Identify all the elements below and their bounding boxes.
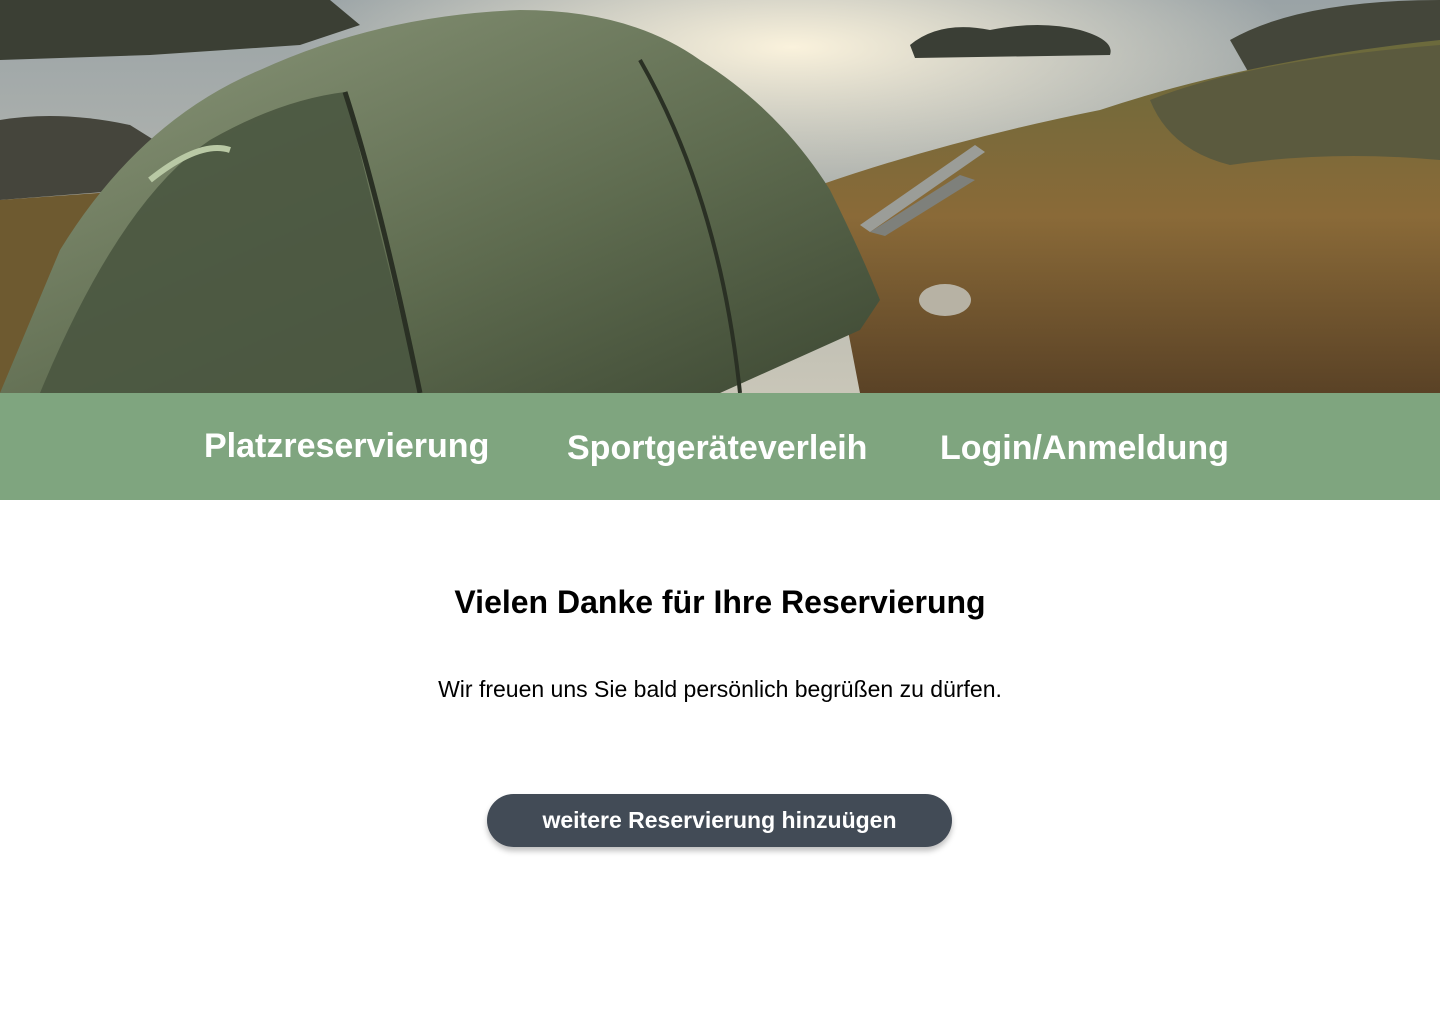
hero-image bbox=[0, 0, 1440, 393]
confirmation-content: Vielen Danke für Ihre Reservierung Wir f… bbox=[0, 500, 1440, 1024]
main-navigation: Platzreservierung Sportgeräteverleih Log… bbox=[0, 393, 1440, 500]
confirmation-message: Wir freuen uns Sie bald persönlich begrü… bbox=[438, 676, 1002, 702]
nav-item-platzreservierung[interactable]: Platzreservierung bbox=[204, 427, 489, 466]
nav-item-sportgeraeteverleih[interactable]: Sportgeräteverleih bbox=[567, 429, 867, 468]
nav-item-login-anmeldung[interactable]: Login/Anmeldung bbox=[940, 429, 1229, 468]
page-title: Vielen Danke für Ihre Reservierung bbox=[454, 584, 986, 620]
add-reservation-button[interactable]: weitere Reservierung hinzuügen bbox=[487, 794, 952, 847]
